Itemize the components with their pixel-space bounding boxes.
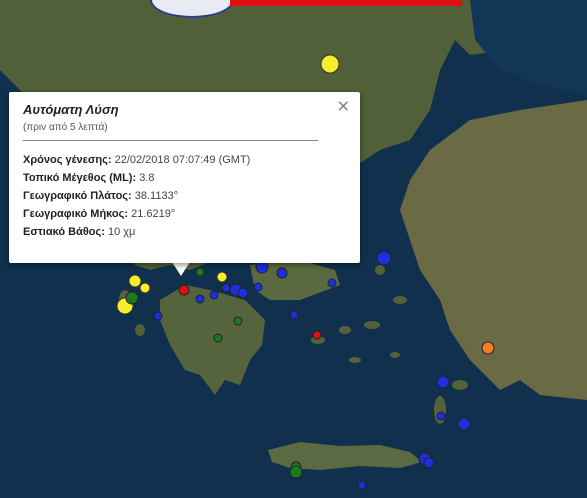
info-label: Εστιακό Βάθος: [23, 226, 105, 238]
quake-marker-blue[interactable] [221, 283, 231, 293]
quake-marker-blue[interactable] [457, 417, 471, 431]
info-value: 21.6219° [131, 208, 176, 220]
info-row-depth: Εστιακό Βάθος: 10 χμ [23, 225, 346, 239]
info-label: Γεωγραφικό Πλάτος: [23, 190, 132, 202]
earthquake-info-popup: × Αυτόματη Λύση (πριν από 5 λεπτά) Χρόνο… [9, 92, 360, 263]
quake-marker-blue[interactable] [153, 311, 163, 321]
quake-marker-blue[interactable] [237, 287, 249, 299]
quake-marker-red-selected[interactable] [178, 284, 190, 296]
info-label: Τοπικό Μέγεθος (ML): [23, 172, 137, 184]
quake-marker-yellow[interactable] [128, 274, 142, 288]
quake-marker-blue[interactable] [253, 282, 263, 292]
quake-marker-red[interactable] [312, 330, 322, 340]
popup-divider [23, 140, 318, 141]
quake-marker-blue[interactable] [289, 310, 299, 320]
info-row-origin-time: Χρόνος γένεσης: 22/02/2018 07:07:49 (GMT… [23, 153, 346, 167]
quake-marker-green[interactable] [289, 465, 303, 479]
island [393, 296, 407, 304]
quake-marker-blue[interactable] [436, 411, 446, 421]
quake-marker-yellow[interactable] [216, 271, 228, 283]
info-value: 38.1133° [134, 190, 179, 202]
info-value: 3.8 [139, 172, 155, 184]
popup-pointer [172, 262, 190, 276]
info-value: 22/02/2018 07:07:49 (GMT) [114, 154, 251, 166]
quake-marker-blue[interactable] [357, 480, 367, 490]
quake-marker-blue[interactable] [195, 294, 205, 304]
quake-marker-blue[interactable] [423, 457, 435, 469]
info-label: Χρόνος γένεσης: [23, 154, 112, 166]
quake-marker-orange[interactable] [481, 341, 495, 355]
info-row-longitude: Γεωγραφικό Μήκος: 21.6219° [23, 207, 346, 221]
info-row-latitude: Γεωγραφικό Πλάτος: 38.1133° [23, 189, 346, 203]
info-value: 10 χμ [107, 226, 136, 238]
info-label: Γεωγραφικό Μήκος: [23, 208, 129, 220]
island-zakynthos [135, 324, 145, 336]
quake-marker-green[interactable] [125, 291, 139, 305]
island [390, 352, 400, 358]
island [364, 321, 380, 329]
popup-subtitle: (πριν από 5 λεπτά) [23, 122, 108, 133]
quake-marker-blue[interactable] [327, 278, 337, 288]
popup-title: Αυτόματη Λύση [23, 102, 119, 117]
quake-marker-yellow[interactable] [320, 54, 340, 74]
quake-marker-blue[interactable] [276, 267, 288, 279]
quake-marker-green[interactable] [233, 316, 243, 326]
quake-marker-green[interactable] [195, 267, 205, 277]
header-bar [230, 0, 462, 6]
island [339, 326, 351, 334]
island-rhodes [452, 380, 468, 390]
info-row-magnitude: Τοπικό Μέγεθος (ML): 3.8 [23, 171, 346, 185]
quake-marker-blue[interactable] [436, 375, 450, 389]
close-icon[interactable]: × [337, 98, 350, 114]
island [349, 357, 361, 363]
quake-marker-green[interactable] [213, 333, 223, 343]
quake-marker-blue[interactable] [376, 250, 392, 266]
island [375, 265, 385, 275]
quake-marker-yellow[interactable] [139, 282, 151, 294]
quake-marker-blue[interactable] [209, 290, 219, 300]
